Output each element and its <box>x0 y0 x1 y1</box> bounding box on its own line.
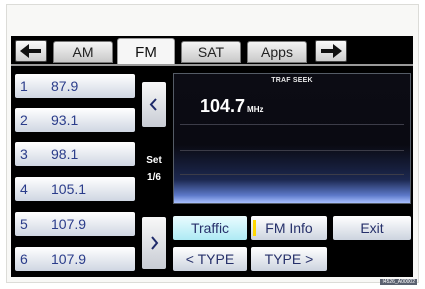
tab-am[interactable]: AM <box>53 41 113 63</box>
type-next-button[interactable]: TYPE > <box>251 247 327 271</box>
frequency-unit: MHz <box>247 105 264 114</box>
fm-info-indicator <box>253 220 256 236</box>
next-preset-page-button[interactable] <box>142 217 166 269</box>
preset-frequency: 98.1 <box>51 146 79 162</box>
preset-frequency: 93.1 <box>51 112 79 128</box>
preset-number: 1 <box>20 78 28 94</box>
traffic-button[interactable]: Traffic <box>173 216 247 240</box>
preset-button-4[interactable]: 4 105.1 <box>15 177 135 201</box>
preset-button-5[interactable]: 5 107.9 <box>15 212 135 236</box>
radio-screen: AM FM SAT Apps 1 87.9 2 93.1 3 98.1 4 10… <box>11 36 413 277</box>
preset-frequency: 87.9 <box>51 78 79 94</box>
preset-number: 4 <box>20 181 28 197</box>
traffic-seek-status: TRAF SEEK <box>271 77 313 84</box>
display-divider <box>180 174 404 175</box>
arrow-right-icon <box>321 44 342 58</box>
exit-label: Exit <box>360 220 384 236</box>
preset-number: 2 <box>20 112 28 128</box>
prev-preset-page-button[interactable] <box>142 82 166 127</box>
preset-button-1[interactable]: 1 87.9 <box>15 74 135 98</box>
tab-fm[interactable]: FM <box>117 38 175 65</box>
tab-underline <box>11 64 413 66</box>
preset-set-page: 1/6 <box>147 172 161 183</box>
preset-button-3[interactable]: 3 98.1 <box>15 142 135 166</box>
type-next-label: TYPE > <box>264 251 314 267</box>
fm-info-button[interactable]: FM Info <box>251 216 327 240</box>
preset-number: 5 <box>20 216 28 232</box>
display-divider <box>180 150 404 151</box>
station-info-display: TRAF SEEK 104.7 MHz <box>173 73 411 204</box>
chevron-left-icon <box>149 98 157 111</box>
type-prev-label: < TYPE <box>185 251 235 267</box>
traffic-label: Traffic <box>190 220 230 236</box>
arrow-left-icon <box>20 44 41 58</box>
fm-info-label: FM Info <box>265 220 313 236</box>
prev-source-button[interactable] <box>15 40 47 62</box>
preset-frequency: 107.9 <box>51 251 87 267</box>
display-divider <box>180 124 404 125</box>
exit-button[interactable]: Exit <box>333 216 411 240</box>
frequency-value: 104.7 <box>200 96 246 116</box>
chevron-right-icon <box>151 236 159 250</box>
next-source-button[interactable] <box>315 40 347 62</box>
current-frequency: 104.7 MHz <box>200 96 264 117</box>
preset-button-2[interactable]: 2 93.1 <box>15 108 135 132</box>
tab-sat[interactable]: SAT <box>181 41 241 63</box>
preset-button-6[interactable]: 6 107.9 <box>15 247 135 271</box>
tab-apps[interactable]: Apps <box>247 41 307 63</box>
preset-frequency: 105.1 <box>51 181 87 197</box>
preset-number: 6 <box>20 251 28 267</box>
type-prev-button[interactable]: < TYPE <box>173 247 247 271</box>
preset-number: 3 <box>20 146 28 162</box>
image-code: I4526_A00002 <box>380 279 417 285</box>
preset-frequency: 107.9 <box>51 216 87 232</box>
preset-set-label: Set <box>146 155 162 166</box>
